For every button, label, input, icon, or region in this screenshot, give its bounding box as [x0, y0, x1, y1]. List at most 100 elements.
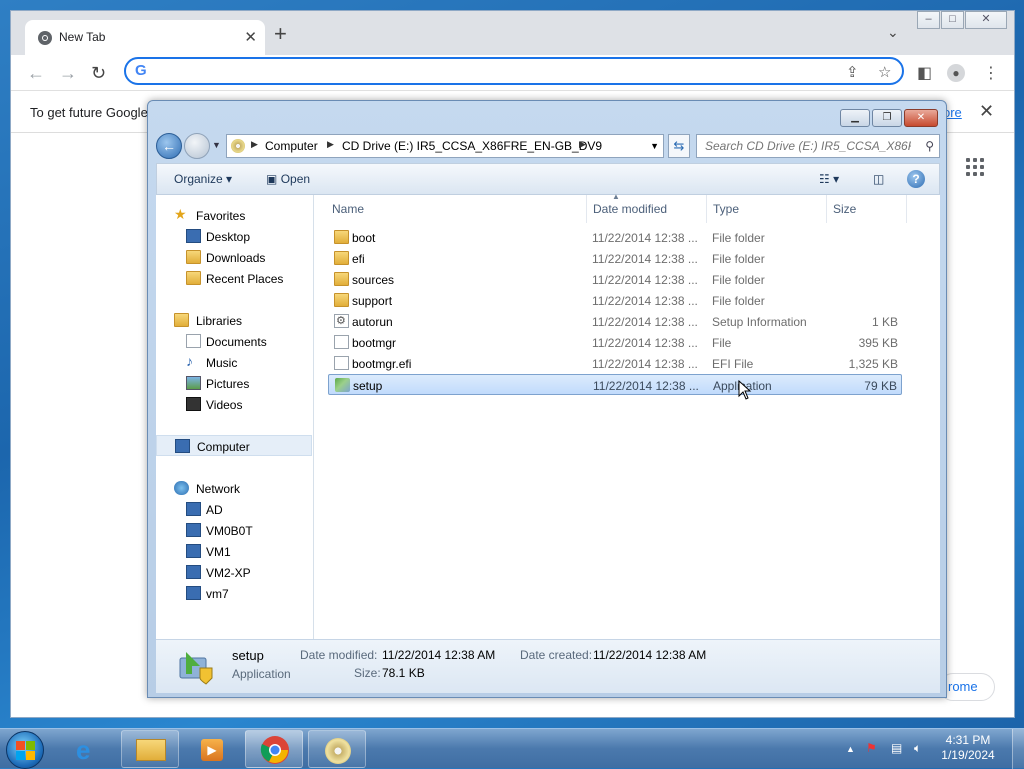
infobar-close-icon[interactable]: ✕: [979, 101, 994, 122]
taskbar-cd-drive[interactable]: [308, 730, 366, 768]
file-name: efi: [352, 252, 365, 266]
file-row[interactable]: bootmgr.efi 11/22/2014 12:38 ... EFI Fil…: [328, 353, 902, 374]
file-size: 79 KB: [864, 379, 897, 393]
reload-icon[interactable]: ↻: [91, 63, 106, 84]
clock-date: 1/19/2024: [941, 748, 995, 762]
file-date: 11/22/2014 12:38 ...: [592, 294, 698, 308]
nav-item-network-computer[interactable]: VM0B0T: [156, 520, 312, 541]
nav-item-network-computer[interactable]: VM2-XP: [156, 562, 312, 583]
search-icon[interactable]: ⚲: [925, 139, 934, 153]
nav-item-documents[interactable]: Documents: [156, 331, 312, 352]
breadcrumb-separator-icon[interactable]: ▶: [327, 139, 334, 150]
nav-computer[interactable]: Computer: [156, 435, 312, 456]
forward-arrow-icon[interactable]: [184, 133, 210, 159]
file-row[interactable]: autorun 11/22/2014 12:38 ... Setup Infor…: [328, 311, 902, 332]
column-header-name[interactable]: Name: [326, 195, 587, 223]
explorer-maximize-button[interactable]: ❐: [872, 109, 902, 127]
file-row[interactable]: bootmgr 11/22/2014 12:38 ... File 395 KB: [328, 332, 902, 353]
change-view-icon[interactable]: ☷ ▾: [819, 172, 839, 186]
file-row-selected[interactable]: setup 11/22/2014 12:38 ... Application 7…: [328, 374, 902, 395]
open-label: Open: [280, 172, 311, 186]
tab-close-icon[interactable]: ✕: [244, 28, 257, 46]
recent-pages-chevron-icon[interactable]: ▼: [212, 140, 221, 150]
nav-item-music[interactable]: ♪ Music: [156, 352, 312, 373]
explorer-window: ▁ ❐ ✕ ← ▼ ▶ Computer ▶ CD Drive (E:) IR5…: [147, 100, 947, 698]
breadcrumb-cd-drive[interactable]: CD Drive (E:) IR5_CCSA_X86FRE_EN-GB_DV9: [342, 139, 602, 153]
network-tray-icon[interactable]: ▤: [891, 741, 902, 755]
breadcrumb-separator-icon[interactable]: ▶: [579, 139, 586, 150]
file-type: File folder: [712, 273, 765, 287]
taskbar-internet-explorer[interactable]: e: [60, 730, 118, 768]
tab-new-tab[interactable]: New Tab ✕: [25, 20, 265, 55]
file-row[interactable]: support 11/22/2014 12:38 ... File folder: [328, 290, 902, 311]
nav-network[interactable]: Network: [156, 478, 312, 499]
open-icon: ▣: [266, 172, 278, 186]
system-clock[interactable]: 4:31 PM 1/19/2024: [938, 733, 998, 763]
column-header-type[interactable]: Type: [707, 195, 827, 223]
nav-item-network-computer[interactable]: AD: [156, 499, 312, 520]
column-header-size[interactable]: Size: [827, 195, 907, 223]
organize-label: Organize: [174, 172, 223, 186]
refresh-icon[interactable]: ⇆: [668, 134, 690, 158]
nav-item-downloads[interactable]: Downloads: [156, 247, 312, 268]
nav-favorites[interactable]: ★ Favorites: [156, 205, 312, 226]
nav-label: Downloads: [206, 251, 266, 265]
customize-chrome-button[interactable]: rome: [939, 673, 995, 701]
back-arrow-icon[interactable]: ←: [156, 133, 182, 159]
computer-icon: [175, 439, 190, 453]
address-bar[interactable]: G ⇪ ☆: [124, 57, 904, 85]
explorer-minimize-button[interactable]: ▁: [840, 109, 870, 127]
side-panel-icon[interactable]: ◧: [917, 63, 932, 83]
help-icon[interactable]: ?: [907, 170, 925, 188]
taskbar-media-player[interactable]: ▶: [182, 730, 240, 768]
file-row[interactable]: sources 11/22/2014 12:38 ... File folder: [328, 269, 902, 290]
chrome-maximize-button[interactable]: □: [941, 11, 964, 29]
breadcrumb-separator-icon[interactable]: ▶: [251, 139, 258, 150]
search-input[interactable]: [703, 138, 913, 154]
show-hidden-icons-icon[interactable]: ▲: [846, 744, 855, 754]
chrome-toolbar: ← → ↻ G ⇪ ☆ ◧ ● ⋮: [11, 55, 1014, 91]
show-desktop-button[interactable]: [1012, 729, 1024, 769]
omnibox-input[interactable]: [156, 62, 826, 80]
more-menu-icon[interactable]: ⋮: [983, 63, 999, 83]
forward-arrow-icon[interactable]: →: [59, 63, 77, 84]
file-row[interactable]: boot 11/22/2014 12:38 ... File folder: [328, 227, 902, 248]
new-tab-button[interactable]: +: [274, 23, 287, 45]
nav-label: VM0B0T: [206, 524, 253, 538]
file-date: 11/22/2014 12:38 ...: [592, 315, 698, 329]
start-button[interactable]: [6, 731, 44, 769]
chrome-close-button[interactable]: ✕: [965, 11, 1007, 29]
open-button[interactable]: ▣ Open: [266, 172, 310, 186]
file-row[interactable]: efi 11/22/2014 12:38 ... File folder: [328, 248, 902, 269]
breadcrumb-computer[interactable]: Computer: [265, 139, 318, 153]
preview-pane-icon[interactable]: ◫: [873, 172, 884, 186]
taskbar-google-chrome[interactable]: [245, 730, 303, 768]
organize-button[interactable]: Organize ▾: [174, 172, 232, 186]
explorer-close-button[interactable]: ✕: [904, 109, 938, 127]
nav-item-pictures[interactable]: Pictures: [156, 373, 312, 394]
bookmark-star-icon[interactable]: ☆: [878, 63, 891, 81]
address-bar[interactable]: ▶ Computer ▶ CD Drive (E:) IR5_CCSA_X86F…: [226, 134, 664, 158]
share-icon[interactable]: ⇪: [846, 63, 859, 81]
action-center-flag-icon[interactable]: ⚑: [866, 741, 877, 755]
taskbar-windows-explorer[interactable]: [121, 730, 179, 768]
nav-item-recent-places[interactable]: Recent Places: [156, 268, 312, 289]
volume-icon[interactable]: 🔈︎: [914, 741, 921, 756]
search-box[interactable]: ⚲: [696, 134, 940, 158]
column-header-date[interactable]: Date modified: [587, 195, 707, 223]
tab-search-icon[interactable]: ⌄: [887, 24, 899, 41]
chrome-minimize-button[interactable]: –: [917, 11, 940, 29]
nav-label: Recent Places: [206, 272, 284, 286]
nav-item-network-computer[interactable]: vm7: [156, 583, 312, 604]
nav-item-videos[interactable]: Videos: [156, 394, 312, 415]
google-apps-icon[interactable]: [966, 158, 986, 178]
nav-item-network-computer[interactable]: VM1: [156, 541, 312, 562]
cd-drive-icon: [325, 738, 351, 764]
nav-label: Pictures: [206, 377, 250, 391]
nav-item-desktop[interactable]: Desktop: [156, 226, 312, 247]
nav-libraries[interactable]: Libraries: [156, 310, 312, 331]
back-arrow-icon[interactable]: ←: [27, 63, 45, 84]
internet-explorer-icon: e: [76, 735, 91, 765]
address-dropdown-icon[interactable]: ▼: [650, 141, 659, 151]
profile-avatar-icon[interactable]: ●: [947, 64, 965, 82]
